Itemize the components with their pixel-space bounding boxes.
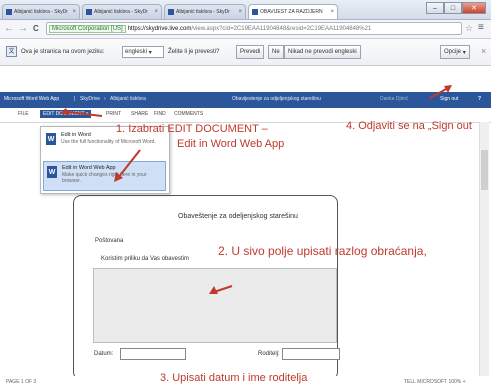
annotation-step-4: 4. Odjaviti se na „Sign out [346,120,472,132]
arrow-to-sign-out [429,87,449,99]
arrow-to-web-app-option [117,149,141,179]
annotation-step-1-detail: Edit in Word Web App [177,138,285,150]
annotation-step-2: 2. U sivo polje upisati razlog obraćanja… [218,244,427,258]
annotation-step-3: 3. Upisati datum i ime roditelja [160,372,308,384]
arrow-to-gray-box [213,285,233,293]
annotation-step-1: 1. Izabrati EDIT DOCUMENT – [116,123,268,135]
annotation-arrows [60,85,452,294]
arrow-to-edit-document [67,111,103,117]
